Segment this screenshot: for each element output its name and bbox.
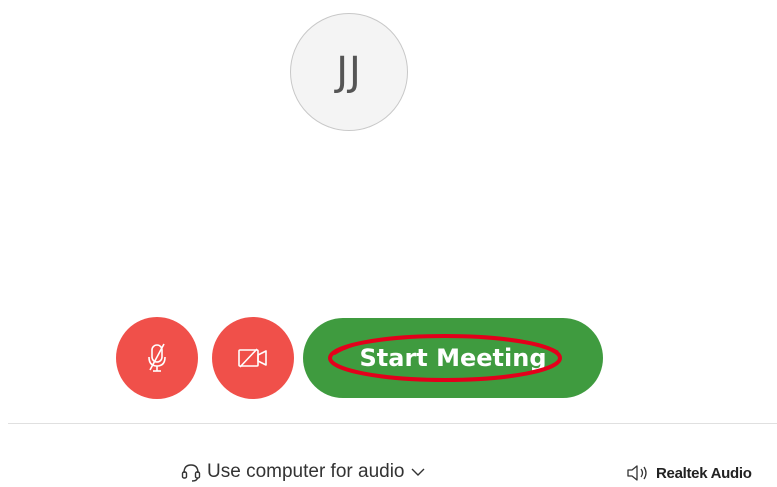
video-button[interactable] — [212, 317, 294, 399]
audio-connection-select[interactable]: Use computer for audio — [181, 459, 425, 485]
speaker-icon — [627, 465, 647, 481]
chevron-down-icon — [411, 467, 425, 477]
mute-button[interactable] — [116, 317, 198, 399]
video-off-icon — [238, 348, 267, 368]
headset-icon — [181, 464, 201, 482]
start-meeting-button[interactable]: Start Meeting — [303, 318, 603, 398]
speaker-select[interactable]: Realtek Audio — [626, 462, 752, 484]
microphone-muted-icon — [148, 343, 166, 372]
audio-connection-label: Use computer for audio — [207, 461, 405, 482]
start-meeting-label: Start Meeting — [359, 344, 547, 372]
meeting-preview: JJ Start Meeting Use computer for audio … — [0, 0, 777, 487]
avatar: JJ — [290, 13, 408, 131]
divider — [8, 423, 777, 424]
avatar-initials: JJ — [336, 49, 362, 95]
speaker-device-label: Realtek Audio — [656, 464, 752, 482]
